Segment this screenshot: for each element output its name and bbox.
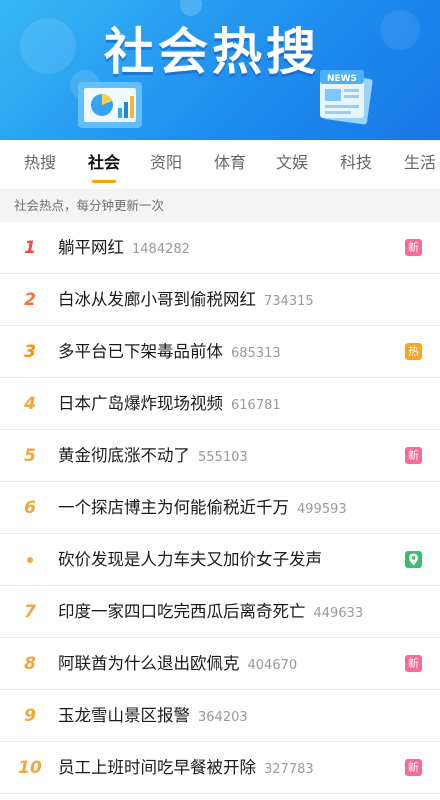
new-badge: 新 xyxy=(405,239,422,256)
item-title: 日本广岛爆炸现场视频 xyxy=(58,394,223,413)
list-item-promoted[interactable]: 砍价发现是人力车夫又加价女子发声 xyxy=(0,534,440,586)
item-heat-count: 449633 xyxy=(313,606,364,621)
rank-number: 5 xyxy=(24,446,36,466)
rank-number: 9 xyxy=(24,706,36,726)
item-heat-count: 327783 xyxy=(264,762,314,777)
item-title: 一个探店博主为何能偷税近千万 xyxy=(58,498,289,517)
list-item[interactable]: 2 白冰从发廊小哥到偷税网红 734315 xyxy=(0,274,440,326)
item-heat-count: 555103 xyxy=(198,450,248,465)
item-title: 阿联酋为什么退出欧佩克 xyxy=(58,654,240,673)
item-title: 黄金彻底涨不动了 xyxy=(58,446,190,465)
rank-number: 8 xyxy=(24,654,36,674)
item-title: 砍价发现是人力车夫又加价女子发声 xyxy=(58,550,322,569)
item-heat-count: 1484282 xyxy=(132,242,190,257)
item-title: 多平台已下架毒品前体 xyxy=(58,342,223,361)
active-tab-indicator xyxy=(92,180,116,183)
hot-list: 1 躺平网红 1484282 新 2 白冰从发廊小哥到偷税网红 734315 3 多… xyxy=(0,222,440,794)
new-badge: 新 xyxy=(405,655,422,672)
tab-hot-search[interactable]: 热搜 xyxy=(14,140,66,189)
list-item[interactable]: 8 阿联酋为什么退出欧佩克 404670 新 xyxy=(0,638,440,690)
category-tabs: 热搜 社会 资阳 体育 文娱 科技 生活 xyxy=(0,140,440,190)
rank-number: 2 xyxy=(24,290,36,310)
header-banner: 社会热搜 NEWS xyxy=(0,0,440,140)
item-heat-count: 499593 xyxy=(297,502,347,517)
list-item[interactable]: 9 玉龙雪山景区报警 364203 xyxy=(0,690,440,742)
list-item[interactable]: 10 员工上班时间吃早餐被开除 327783 新 xyxy=(0,742,440,794)
banner-title: 社会热搜 xyxy=(104,23,320,81)
item-title: 员工上班时间吃早餐被开除 xyxy=(58,758,256,777)
new-badge: 新 xyxy=(405,447,422,464)
list-item[interactable]: 4 日本广岛爆炸现场视频 616781 xyxy=(0,378,440,430)
tab-ziyang[interactable]: 资阳 xyxy=(140,140,192,189)
promoted-dot-icon xyxy=(27,557,33,563)
item-title: 印度一家四口吃完西瓜后离奇死亡 xyxy=(58,602,306,621)
banner-bubble xyxy=(20,18,76,74)
newspaper-icon: NEWS xyxy=(320,70,373,125)
list-item[interactable]: 7 印度一家四口吃完西瓜后离奇死亡 449633 xyxy=(0,586,440,638)
item-heat-count: 734315 xyxy=(264,294,314,309)
tab-entertainment[interactable]: 文娱 xyxy=(266,140,318,189)
item-heat-count: 685313 xyxy=(231,346,281,361)
news-label: NEWS xyxy=(327,74,357,84)
list-item[interactable]: 1 躺平网红 1484282 新 xyxy=(0,222,440,274)
tab-sports[interactable]: 体育 xyxy=(204,140,256,189)
item-heat-count: 364203 xyxy=(198,710,248,725)
item-title: 躺平网红 xyxy=(58,238,124,257)
item-title: 白冰从发廊小哥到偷税网红 xyxy=(58,290,256,309)
rank-number: 4 xyxy=(24,394,36,414)
rank-number: 1 xyxy=(24,238,36,258)
banner-bubble xyxy=(380,10,420,50)
banner-bubble xyxy=(180,0,202,16)
list-item[interactable]: 3 多平台已下架毒品前体 685313 热 xyxy=(0,326,440,378)
rank-number: 3 xyxy=(24,342,36,362)
item-heat-count: 404670 xyxy=(247,658,298,673)
update-hint: 社会热点，每分钟更新一次 xyxy=(0,190,440,222)
list-item[interactable]: 5 黄金彻底涨不动了 555103 新 xyxy=(0,430,440,482)
hot-badge: 热 xyxy=(405,343,422,360)
new-badge: 新 xyxy=(405,759,422,776)
rank-number: 10 xyxy=(18,758,42,778)
item-heat-count: 616781 xyxy=(231,398,281,413)
rank-number: 6 xyxy=(24,498,36,518)
item-title: 玉龙雪山景区报警 xyxy=(58,706,190,725)
rank-number: 7 xyxy=(24,602,36,622)
tab-life[interactable]: 生活 xyxy=(394,140,440,189)
tab-tech[interactable]: 科技 xyxy=(330,140,382,189)
list-item[interactable]: 6 一个探店博主为何能偷税近千万 499593 xyxy=(0,482,440,534)
location-pin-icon xyxy=(405,551,422,568)
